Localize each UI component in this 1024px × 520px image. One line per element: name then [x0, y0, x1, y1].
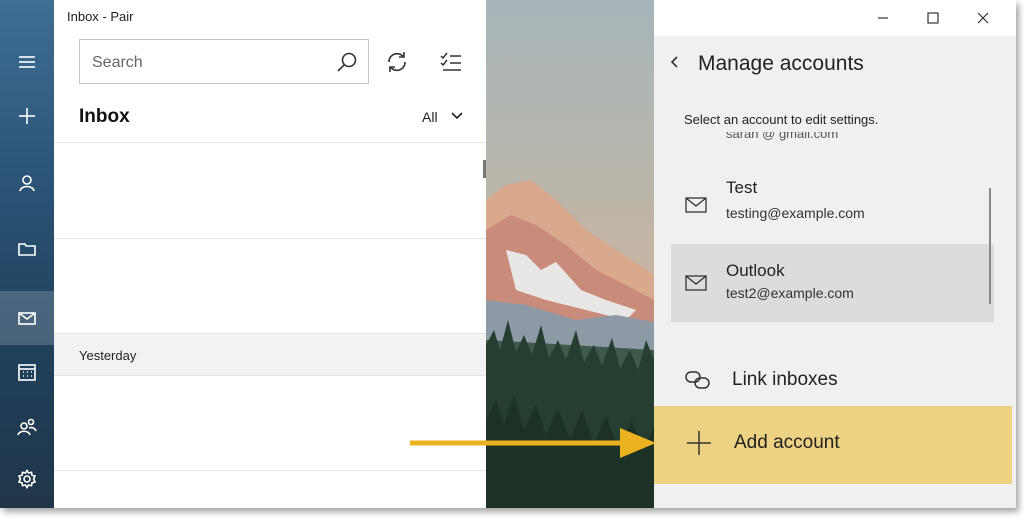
menu-icon: [19, 56, 35, 68]
account-name: Outlook: [726, 261, 785, 280]
app-bar: [0, 0, 54, 508]
search-box[interactable]: Search: [79, 39, 369, 84]
search-icon[interactable]: [336, 51, 358, 73]
back-chevron-icon[interactable]: [670, 55, 680, 69]
hamburger-menu-button[interactable]: [0, 35, 54, 89]
link-icon: [685, 371, 710, 389]
account-item-test[interactable]: Test testing@example.com: [671, 164, 994, 242]
date-group-label: Yesterday: [79, 348, 137, 363]
calendar-button[interactable]: [0, 345, 54, 399]
flyout-scrollbar[interactable]: [989, 188, 991, 304]
minimize-icon: [878, 17, 888, 19]
selection-mode-icon[interactable]: [439, 50, 463, 74]
search-placeholder: Search: [92, 54, 143, 71]
annotation-arrow-icon: [410, 428, 656, 458]
divider: [54, 238, 486, 239]
minimize-button[interactable]: [860, 0, 906, 36]
mail-app-window: Inbox - Pair Search Inbox All Yesterday: [0, 0, 1016, 508]
close-button[interactable]: [960, 0, 1006, 36]
people-icon: [17, 418, 37, 436]
settings-button[interactable]: [0, 452, 54, 506]
cut-off-account-email: sarah @ gmail.com: [726, 132, 926, 142]
people-button[interactable]: [0, 400, 54, 454]
sync-icon[interactable]: [385, 50, 409, 74]
new-mail-icon: [19, 108, 35, 124]
chevron-down-icon[interactable]: [450, 110, 464, 122]
accounts-button[interactable]: [0, 156, 54, 210]
account-item-outlook[interactable]: Outlook test2@example.com: [671, 244, 994, 322]
calendar-icon: [18, 364, 36, 381]
flyout-title: Manage accounts: [698, 52, 864, 75]
filter-dropdown-label[interactable]: All: [422, 109, 438, 125]
maximize-button[interactable]: [910, 0, 956, 36]
new-mail-button[interactable]: [0, 89, 54, 143]
mail-icon: [18, 312, 36, 325]
mail-button[interactable]: [0, 291, 54, 345]
mail-icon: [685, 197, 707, 213]
settings-icon: [17, 469, 37, 489]
date-group-header: Yesterday: [54, 333, 486, 376]
mail-icon: [685, 275, 707, 291]
add-account-button[interactable]: Add account: [654, 406, 1012, 484]
folder-heading: Inbox: [79, 106, 130, 127]
account-email: testing@example.com: [726, 205, 865, 221]
flyout-subtitle: Select an account to edit settings.: [684, 112, 879, 127]
folders-button[interactable]: [0, 222, 54, 276]
maximize-icon: [927, 12, 939, 24]
link-inboxes-label: Link inboxes: [732, 369, 838, 390]
divider: [54, 142, 486, 143]
account-icon: [19, 175, 35, 192]
plus-icon: [687, 431, 711, 455]
account-name: Test: [726, 178, 758, 197]
add-account-label: Add account: [734, 432, 840, 453]
cut-off-email-text: sarah @ gmail.com: [726, 132, 839, 141]
folder-icon: [18, 243, 36, 256]
link-inboxes-button[interactable]: Link inboxes: [654, 356, 1016, 406]
window-title: Inbox - Pair: [67, 9, 134, 24]
close-icon: [977, 12, 989, 24]
account-email: test2@example.com: [726, 285, 854, 301]
divider: [54, 470, 486, 471]
manage-accounts-flyout: Manage accounts Select an account to edi…: [654, 36, 1016, 508]
